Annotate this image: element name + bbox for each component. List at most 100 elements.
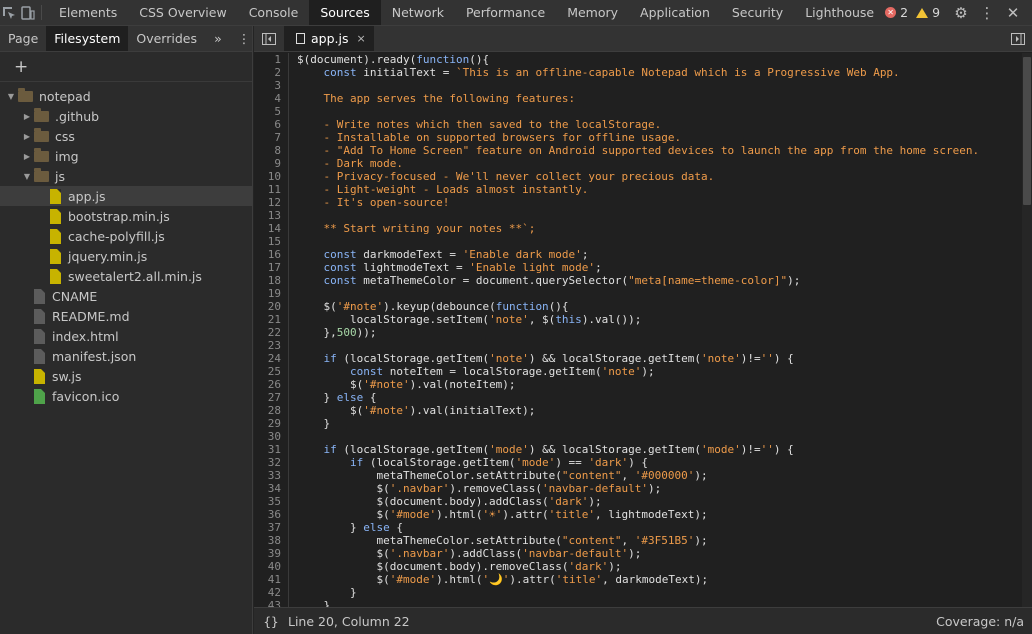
code-line[interactable]: 22 },500)); [254, 326, 1032, 339]
code-line[interactable]: 30 [254, 430, 1032, 443]
more-tabs-icon[interactable]: » [205, 31, 231, 46]
line-number[interactable]: 19 [254, 287, 289, 300]
line-number[interactable]: 36 [254, 508, 289, 521]
code-line[interactable]: 15 [254, 235, 1032, 248]
tab-application[interactable]: Application [629, 0, 721, 25]
line-number[interactable]: 43 [254, 599, 289, 607]
line-number[interactable]: 20 [254, 300, 289, 313]
line-number[interactable]: 40 [254, 560, 289, 573]
line-number[interactable]: 30 [254, 430, 289, 443]
line-number[interactable]: 4 [254, 92, 289, 105]
line-number[interactable]: 11 [254, 183, 289, 196]
tree-file-favicon-ico[interactable]: favicon.ico [0, 386, 252, 406]
tree-file-app-js[interactable]: app.js [0, 186, 252, 206]
line-number[interactable]: 9 [254, 157, 289, 170]
code-line[interactable]: 6 - Write notes which then saved to the … [254, 118, 1032, 131]
code-line[interactable]: 37 } else { [254, 521, 1032, 534]
line-number[interactable]: 31 [254, 443, 289, 456]
line-number[interactable]: 13 [254, 209, 289, 222]
code-line[interactable]: 26 $('#note').val(noteItem); [254, 378, 1032, 391]
tree-folder-img[interactable]: ▶ img [0, 146, 252, 166]
code-line[interactable]: 34 $('.navbar').removeClass('navbar-defa… [254, 482, 1032, 495]
navigator-tab-filesystem[interactable]: Filesystem [46, 26, 129, 51]
code-line[interactable]: 39 $('.navbar').addClass('navbar-default… [254, 547, 1032, 560]
code-line[interactable]: 36 $('#mode').html('☀').attr('title', li… [254, 508, 1032, 521]
line-number[interactable]: 28 [254, 404, 289, 417]
more-options-icon[interactable]: ⋮ [974, 0, 1000, 26]
navigator-tab-page[interactable]: Page [0, 26, 46, 51]
line-number[interactable]: 33 [254, 469, 289, 482]
code-line[interactable]: 14 ** Start writing your notes **`; [254, 222, 1032, 235]
tree-file-cache-polyfill-js[interactable]: cache-polyfill.js [0, 226, 252, 246]
line-number[interactable]: 14 [254, 222, 289, 235]
line-number[interactable]: 26 [254, 378, 289, 391]
code-line[interactable]: 32 if (localStorage.getItem('mode') == '… [254, 456, 1032, 469]
tree-file-readme-md[interactable]: README.md [0, 306, 252, 326]
tab-security[interactable]: Security [721, 0, 794, 25]
tab-css-overview[interactable]: CSS Overview [128, 0, 237, 25]
tree-folder-github[interactable]: ▶ .github [0, 106, 252, 126]
code-line[interactable]: 38 metaThemeColor.setAttribute("content"… [254, 534, 1032, 547]
editor-tab-app-js[interactable]: app.js × [284, 26, 374, 51]
tab-memory[interactable]: Memory [556, 0, 629, 25]
code-line[interactable]: 11 - Light-weight - Loads almost instant… [254, 183, 1032, 196]
code-line[interactable]: 29 } [254, 417, 1032, 430]
line-number[interactable]: 10 [254, 170, 289, 183]
code-line[interactable]: 35 $(document.body).addClass('dark'); [254, 495, 1032, 508]
code-line[interactable]: 2 const initialText = `This is an offlin… [254, 66, 1032, 79]
tab-performance[interactable]: Performance [455, 0, 556, 25]
line-number[interactable]: 3 [254, 79, 289, 92]
line-number[interactable]: 42 [254, 586, 289, 599]
code-line[interactable]: 7 - Installable on supported browsers fo… [254, 131, 1032, 144]
line-number[interactable]: 18 [254, 274, 289, 287]
code-line[interactable]: 18 const metaThemeColor = document.query… [254, 274, 1032, 287]
line-number[interactable]: 23 [254, 339, 289, 352]
warning-count-badge[interactable]: 9 [916, 5, 940, 20]
tree-file-sw-js[interactable]: sw.js [0, 366, 252, 386]
code-line[interactable]: 20 $('#note').keyup(debounce(function(){ [254, 300, 1032, 313]
code-line[interactable]: 4 The app serves the following features: [254, 92, 1032, 105]
code-line[interactable]: 10 - Privacy-focused - We'll never colle… [254, 170, 1032, 183]
code-line[interactable]: 43 } [254, 599, 1032, 607]
code-line[interactable]: 9 - Dark mode. [254, 157, 1032, 170]
line-number[interactable]: 34 [254, 482, 289, 495]
line-number[interactable]: 16 [254, 248, 289, 261]
code-line[interactable]: 42 } [254, 586, 1032, 599]
code-line[interactable]: 3 [254, 79, 1032, 92]
line-number[interactable]: 17 [254, 261, 289, 274]
line-number[interactable]: 5 [254, 105, 289, 118]
line-number[interactable]: 1 [254, 53, 289, 66]
code-line[interactable]: 28 $('#note').val(initialText); [254, 404, 1032, 417]
toggle-navigator-icon[interactable] [254, 26, 284, 51]
device-toolbar-icon[interactable] [19, 0, 38, 25]
line-number[interactable]: 25 [254, 365, 289, 378]
line-number[interactable]: 29 [254, 417, 289, 430]
tree-file-manifest-json[interactable]: manifest.json [0, 346, 252, 366]
line-number[interactable]: 37 [254, 521, 289, 534]
close-icon[interactable]: ✕ [1000, 0, 1026, 26]
line-number[interactable]: 15 [254, 235, 289, 248]
line-number[interactable]: 22 [254, 326, 289, 339]
code-line[interactable]: 21 localStorage.setItem('note', $(this).… [254, 313, 1032, 326]
editor-scrollbar[interactable] [1022, 53, 1032, 607]
code-line[interactable]: 1 $(document).ready(function(){ [254, 53, 1032, 66]
line-number[interactable]: 12 [254, 196, 289, 209]
error-count-badge[interactable]: ✕ 2 [885, 5, 908, 20]
tree-file-index-html[interactable]: index.html [0, 326, 252, 346]
line-number[interactable]: 8 [254, 144, 289, 157]
code-line[interactable]: 31 if (localStorage.getItem('mode') && l… [254, 443, 1032, 456]
tree-file-cname[interactable]: CNAME [0, 286, 252, 306]
code-content[interactable]: 1 $(document).ready(function(){2 const in… [254, 53, 1032, 607]
tab-lighthouse[interactable]: Lighthouse [794, 0, 885, 25]
line-number[interactable]: 35 [254, 495, 289, 508]
code-line[interactable]: 13 [254, 209, 1032, 222]
line-number[interactable]: 6 [254, 118, 289, 131]
tab-console[interactable]: Console [238, 0, 310, 25]
tab-sources[interactable]: Sources [309, 0, 381, 25]
line-number[interactable]: 32 [254, 456, 289, 469]
tree-file-sweetalert2-all-min-js[interactable]: sweetalert2.all.min.js [0, 266, 252, 286]
tree-folder-css[interactable]: ▶ css [0, 126, 252, 146]
add-folder-icon[interactable]: + [14, 57, 28, 77]
code-line[interactable]: 5 [254, 105, 1032, 118]
line-number[interactable]: 21 [254, 313, 289, 326]
